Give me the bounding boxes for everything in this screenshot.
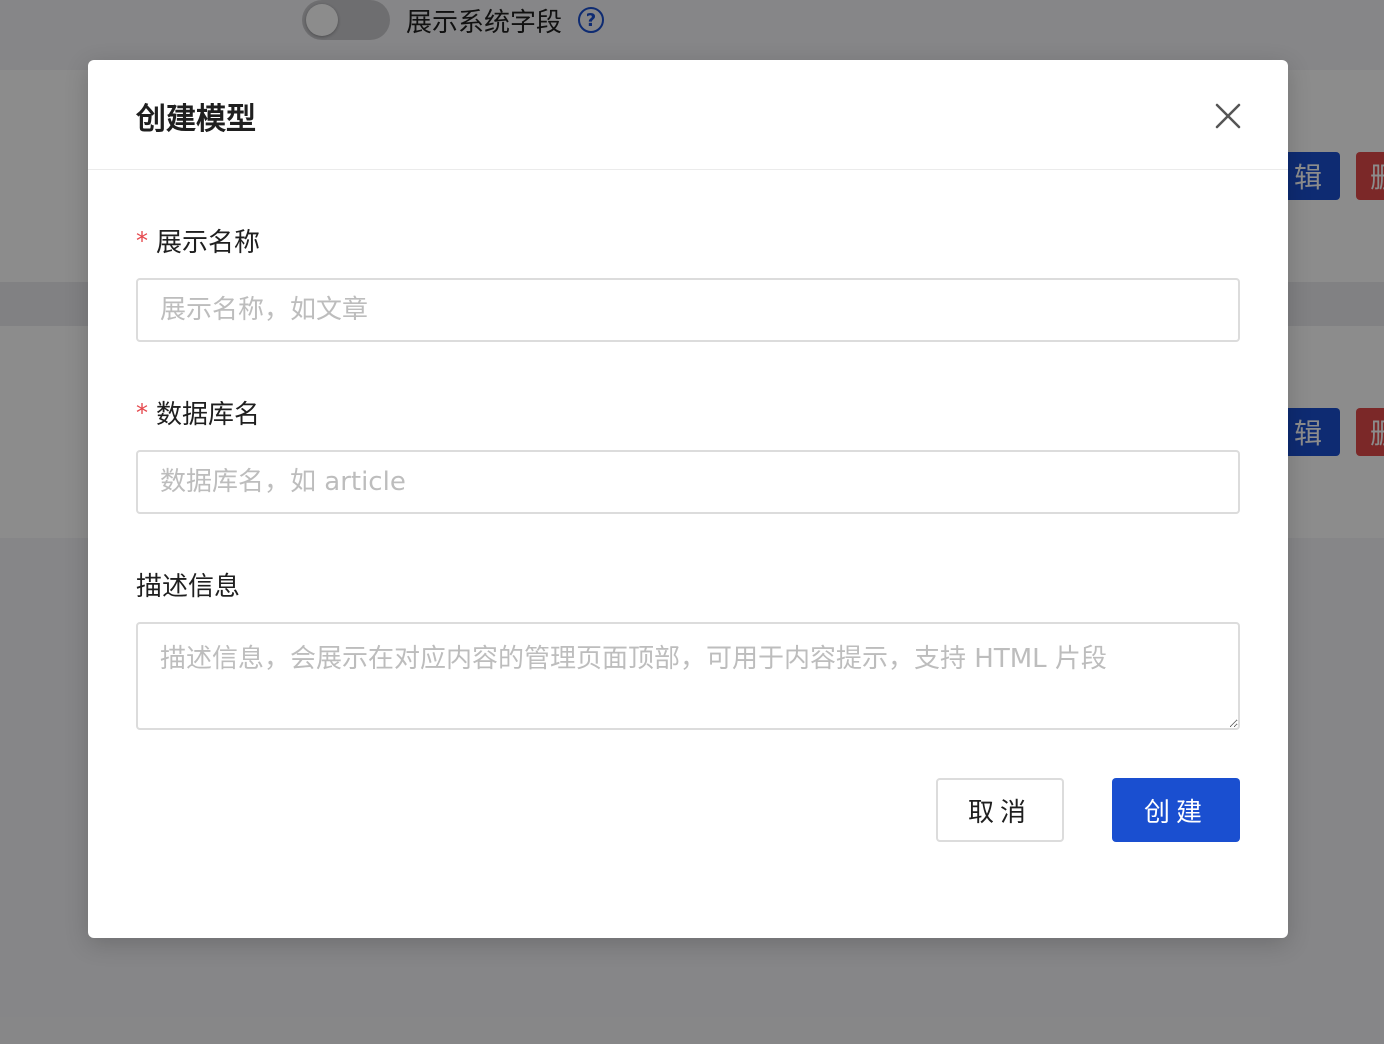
display-name-input[interactable] bbox=[136, 278, 1240, 342]
required-mark: * bbox=[136, 398, 148, 427]
display-name-label: * 展示名称 bbox=[136, 222, 260, 259]
cancel-button[interactable]: 取消 bbox=[936, 778, 1064, 842]
description-textarea[interactable] bbox=[136, 622, 1240, 730]
description-label: 描述信息 bbox=[136, 566, 240, 603]
description-label-text: 描述信息 bbox=[136, 572, 241, 602]
db-name-input[interactable] bbox=[136, 450, 1240, 514]
dialog-title: 创建模型 bbox=[136, 102, 256, 137]
close-icon[interactable] bbox=[1212, 100, 1244, 132]
db-name-label-text: 数据库名 bbox=[156, 400, 261, 430]
create-model-dialog: 创建模型 * 展示名称 * 数据库名 描述信息 取消 创建 bbox=[88, 60, 1288, 938]
db-name-label: * 数据库名 bbox=[136, 394, 260, 431]
display-name-label-text: 展示名称 bbox=[156, 228, 261, 258]
dialog-header: 创建模型 bbox=[88, 60, 1288, 170]
required-mark: * bbox=[136, 226, 148, 255]
create-button[interactable]: 创建 bbox=[1112, 778, 1240, 842]
